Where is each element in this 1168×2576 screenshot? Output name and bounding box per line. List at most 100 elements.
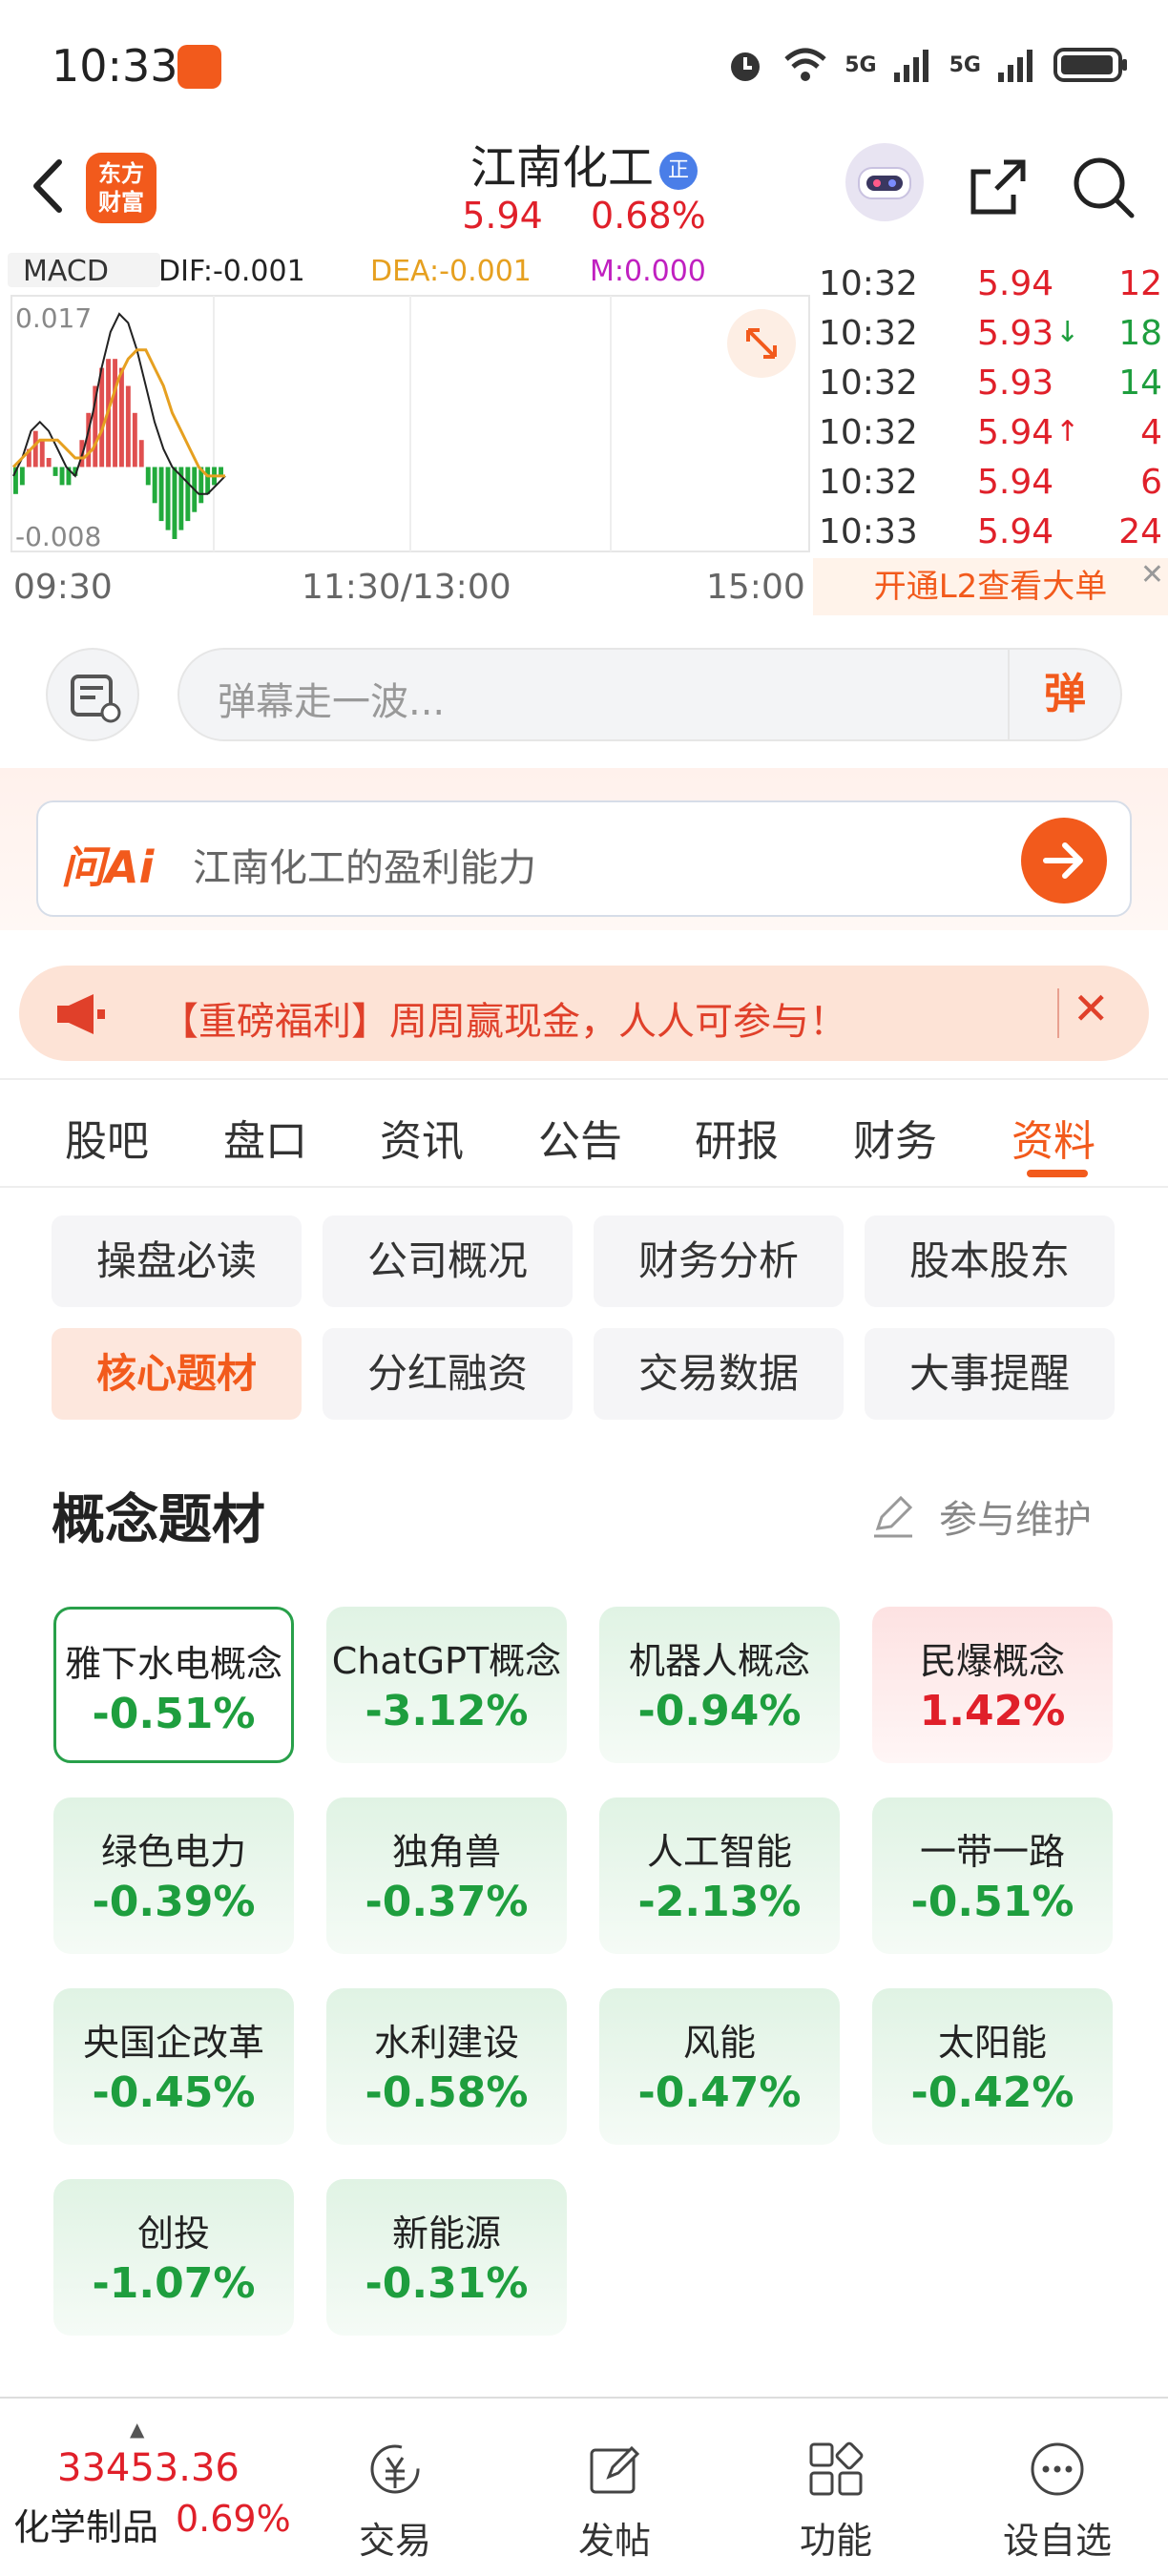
concept-card[interactable]: 雅下水电概念 -0.51%: [53, 1607, 294, 1763]
danmu-send-button[interactable]: 弹: [1008, 650, 1120, 739]
trade-volume: 24: [1118, 512, 1162, 551]
share-icon[interactable]: [962, 151, 1034, 223]
tab-guba[interactable]: 股吧: [65, 1107, 149, 1168]
concept-card[interactable]: 独角兽 -0.37%: [326, 1797, 567, 1954]
current-price: 5.94: [462, 195, 543, 237]
trade-row: 10:32 5.93 ↓ 18: [813, 314, 1168, 364]
wifi-icon: [784, 48, 826, 81]
x-label-open: 09:30: [13, 568, 113, 607]
concept-card[interactable]: 新能源 -0.31%: [326, 2179, 567, 2336]
y-max-label: 0.017: [15, 302, 92, 334]
nav-functions[interactable]: 功能: [760, 2416, 912, 2562]
sector-index-value: 33453.36: [57, 2446, 240, 2490]
trade-price: 5.93: [977, 314, 1054, 353]
nav-post[interactable]: 发帖: [538, 2416, 691, 2562]
x-label-mid: 11:30/13:00: [302, 568, 511, 607]
concept-name: 央国企改革: [82, 2022, 264, 2064]
concept-change: -0.51%: [92, 1690, 256, 1738]
macd-chart[interactable]: MACD DIF:-0.001 DEA:-0.001 M:0.000 0.017…: [0, 253, 811, 615]
macd-histogram-bar: [132, 412, 137, 467]
trade-price: 5.94: [977, 463, 1054, 502]
trade-volume: 18: [1118, 314, 1162, 353]
tab-announcements[interactable]: 公告: [538, 1107, 622, 1168]
concept-card[interactable]: 太阳能 -0.42%: [872, 1988, 1113, 2145]
sub-tab-events[interactable]: 大事提醒: [865, 1328, 1115, 1420]
grid-icon: [809, 2441, 864, 2496]
zheng-badge: 正: [659, 152, 698, 190]
concept-name: 绿色电力: [100, 1831, 246, 1873]
macd-histogram-bar: [46, 458, 52, 467]
concept-change: -0.94%: [637, 1687, 802, 1735]
concept-card[interactable]: 机器人概念 -0.94%: [599, 1607, 840, 1763]
macd-histogram-bar: [145, 467, 151, 486]
sub-tab-shareholders[interactable]: 股本股东: [865, 1215, 1115, 1307]
concept-change: -3.12%: [365, 1687, 529, 1735]
sub-tab-company-overview[interactable]: 公司概况: [323, 1215, 573, 1307]
trade-row: 10:32 5.94 12: [813, 264, 1168, 314]
close-icon[interactable]: ✕: [1140, 547, 1164, 604]
macd-histogram-bar: [158, 467, 164, 522]
nav-trade[interactable]: 交易: [319, 2416, 471, 2562]
ai-panel: 问Ai 江南化工的盈利能力: [0, 768, 1168, 930]
concept-name: ChatGPT概念: [331, 1640, 562, 1682]
tab-finance[interactable]: 财务: [853, 1107, 937, 1168]
concept-card[interactable]: 一带一路 -0.51%: [872, 1797, 1113, 1954]
x-label-close: 15:00: [706, 568, 805, 607]
alarm-icon: [731, 52, 761, 81]
sub-tab-trading-data[interactable]: 交易数据: [594, 1328, 844, 1420]
sub-tab-core-themes[interactable]: 核心题材: [52, 1328, 302, 1420]
network-label-1: 5G: [845, 52, 877, 77]
tab-profile[interactable]: 资料: [1012, 1107, 1095, 1168]
macd-indicator-label[interactable]: MACD: [23, 255, 109, 288]
macd-histogram-bar: [138, 440, 144, 467]
search-icon[interactable]: [1067, 151, 1139, 223]
concept-card[interactable]: 人工智能 -2.13%: [599, 1797, 840, 1954]
battery-icon: [1053, 48, 1127, 82]
macd-histogram-bar: [119, 367, 124, 467]
macd-histogram-bar: [152, 467, 157, 504]
concept-change: -0.45%: [92, 2068, 256, 2117]
concept-change: -0.31%: [365, 2259, 529, 2308]
promo-banner[interactable]: 【重磅福利】周周赢现金，人人可参与！ ✕: [19, 966, 1149, 1061]
concept-card[interactable]: 创投 -1.07%: [53, 2179, 294, 2336]
macd-chart-svg: MACD DIF:-0.001 DEA:-0.001 M:0.000 0.017…: [0, 253, 811, 615]
macd-histogram-bar: [172, 467, 177, 539]
ai-logo: 问Ai: [61, 841, 155, 893]
concept-change: -0.47%: [637, 2068, 802, 2117]
section-title: 概念题材: [52, 1489, 265, 1551]
nav-watchlist[interactable]: 设自选: [981, 2416, 1134, 2562]
sub-tab-financial-analysis[interactable]: 财务分析: [594, 1215, 844, 1307]
trade-price: 5.94: [977, 512, 1054, 551]
change-percent: 0.68%: [591, 195, 706, 237]
ai-submit-button[interactable]: [1021, 818, 1107, 904]
concept-card[interactable]: ChatGPT概念 -3.12%: [326, 1607, 567, 1763]
trade-row: 10:32 5.94 6: [813, 463, 1168, 512]
danmu-settings-button[interactable]: [46, 648, 139, 741]
status-bar: 10:33 5G 5G: [0, 0, 1168, 124]
nav-post-label: 发帖: [577, 2520, 651, 2562]
concept-card[interactable]: 民爆概念 1.42%: [872, 1607, 1113, 1763]
robot-icon: [858, 167, 911, 199]
tab-news[interactable]: 资讯: [380, 1107, 464, 1168]
sector-index-change: 0.69%: [176, 2498, 291, 2540]
concept-card[interactable]: 水利建设 -0.58%: [326, 1988, 567, 2145]
concept-name: 一带一路: [919, 1831, 1065, 1873]
concept-card[interactable]: 风能 -0.47%: [599, 1988, 840, 2145]
sub-tab-trading-guide[interactable]: 操盘必读: [52, 1215, 302, 1307]
macd-histogram-bar: [99, 367, 105, 467]
danmu-input[interactable]: 弹幕走一波... 弹: [177, 648, 1122, 741]
close-icon[interactable]: ✕: [1073, 983, 1110, 1034]
trade-volume: 12: [1118, 264, 1162, 303]
concept-name: 机器人概念: [628, 1640, 810, 1682]
trade-time: 10:32: [819, 314, 918, 353]
sub-tab-dividends[interactable]: 分红融资: [323, 1328, 573, 1420]
concept-card[interactable]: 央国企改革 -0.45%: [53, 1988, 294, 2145]
tab-research[interactable]: 研报: [695, 1107, 779, 1168]
l2-upgrade-banner[interactable]: 开通L2查看大单 ✕: [813, 558, 1168, 615]
trade-row: 10:32 5.94 ↑ 4: [813, 413, 1168, 463]
tab-pankou[interactable]: 盘口: [223, 1107, 307, 1168]
ai-question-box[interactable]: 问Ai 江南化工的盈利能力: [36, 800, 1132, 917]
ai-robot-avatar[interactable]: [845, 143, 924, 221]
concept-name: 风能: [682, 2022, 756, 2064]
concept-card[interactable]: 绿色电力 -0.39%: [53, 1797, 294, 1954]
